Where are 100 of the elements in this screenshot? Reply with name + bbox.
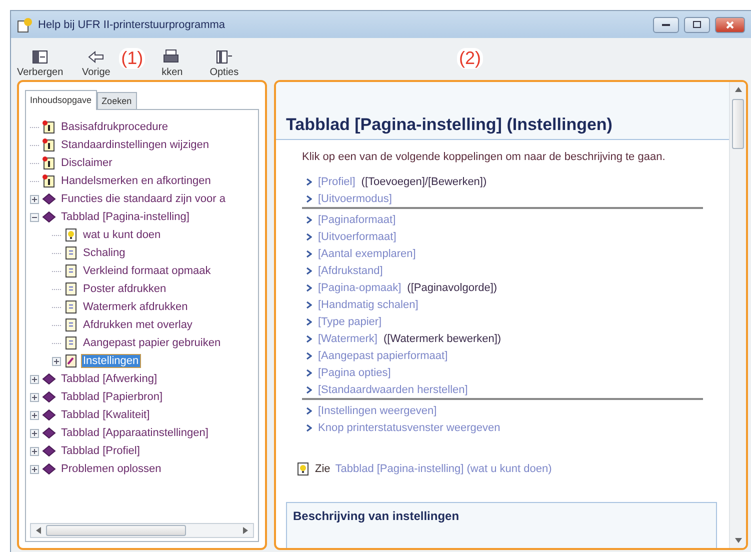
toolbar-button[interactable]: Verbergen	[17, 49, 64, 78]
tree-item[interactable]: Standaardinstellingen wijzigen	[59, 138, 211, 152]
scroll-left-icon[interactable]	[35, 527, 42, 534]
tree-item[interactable]: Instellingen	[81, 354, 141, 368]
expand-icon[interactable]	[30, 464, 39, 474]
expand-icon[interactable]	[30, 194, 39, 204]
help-page-icon	[42, 120, 56, 134]
book-icon	[42, 408, 56, 422]
link-note: ([Paginavolgorde])	[407, 282, 498, 294]
minimize-icon	[662, 23, 670, 26]
chevron-icon	[306, 318, 312, 326]
chevron-icon	[306, 352, 312, 360]
help-page-icon	[42, 138, 56, 152]
minimize-button[interactable]	[653, 16, 679, 32]
page-icon	[64, 336, 78, 350]
chevron-icon	[306, 334, 312, 342]
chevron-icon	[306, 194, 312, 202]
tree-item[interactable]: Afdrukken met overlay	[81, 318, 194, 332]
tree-item[interactable]: Verkleind formaat opmaak	[81, 264, 213, 278]
lightbulb-page-icon	[64, 228, 78, 242]
options-icon	[215, 49, 234, 65]
page-icon	[64, 246, 78, 260]
tree-item[interactable]: Tabblad [Papierbron]	[59, 390, 165, 404]
tree-item[interactable]: Watermerk afdrukken	[81, 300, 190, 314]
horizontal-scrollbar[interactable]	[30, 523, 254, 538]
chevron-icon	[306, 232, 312, 240]
help-app-icon	[17, 16, 33, 32]
window-title: Help bij UFR II-printerstuurprogramma	[38, 18, 226, 30]
lightbulb-page-icon	[296, 462, 310, 476]
section-heading: Beschrijving van instellingen	[293, 509, 460, 523]
tree-item[interactable]: Poster afdrukken	[81, 282, 168, 296]
chevron-icon	[306, 284, 312, 292]
chevron-icon	[306, 178, 312, 186]
chevron-icon	[306, 250, 312, 258]
book-icon	[42, 462, 56, 476]
tree-item[interactable]: Tabblad [Kwaliteit]	[59, 408, 152, 422]
collapse-icon[interactable]	[30, 212, 39, 222]
tree-item[interactable]: Schaling	[81, 246, 128, 260]
chevron-icon	[306, 266, 312, 274]
chevron-icon	[306, 216, 312, 224]
scrollbar-thumb[interactable]	[46, 525, 186, 536]
tree-item[interactable]: Tabblad [Profiel]	[59, 444, 142, 458]
chevron-icon	[306, 300, 312, 308]
nav-tab[interactable]: Inhoudsopgave	[25, 90, 97, 110]
book-icon	[42, 192, 56, 206]
scrollbar-thumb[interactable]	[732, 99, 744, 149]
scroll-down-icon[interactable]	[734, 537, 742, 544]
tree-item[interactable]: Functies die standaard zijn voor a	[59, 192, 228, 206]
expand-icon[interactable]	[30, 428, 39, 438]
chevron-icon	[306, 406, 312, 414]
expand-icon[interactable]	[52, 356, 61, 366]
book-icon	[42, 390, 56, 404]
scroll-up-icon[interactable]	[734, 86, 742, 93]
expand-icon[interactable]	[30, 446, 39, 456]
callout-label: (1)	[119, 48, 146, 68]
topic-heading: Tabblad [Pagina-instelling] (Instellingen)	[286, 115, 614, 135]
chevron-icon	[306, 386, 312, 394]
book-icon	[42, 444, 56, 458]
close-icon	[726, 20, 734, 28]
link-note: ([Toevoegen]/[Bewerken])	[361, 176, 487, 188]
expand-icon[interactable]	[30, 410, 39, 420]
link-note: ([Watermerk bewerken])	[384, 332, 502, 344]
book-icon	[42, 210, 56, 224]
chevron-icon	[306, 368, 312, 376]
maximize-button[interactable]	[684, 16, 710, 32]
tree-item[interactable]: Handelsmerken en afkortingen	[59, 174, 213, 188]
toolbar-button[interactable]: Opties	[205, 49, 244, 78]
help-page-icon	[42, 174, 56, 188]
expand-icon[interactable]	[30, 374, 39, 384]
vertical-scrollbar[interactable]	[729, 82, 746, 548]
hide-pane-icon	[31, 49, 50, 65]
page-icon	[64, 300, 78, 314]
nav-tab[interactable]: Zoeken	[96, 92, 137, 110]
callout-label: (2)	[457, 48, 483, 68]
tree-item[interactable]: Tabblad [Apparaatinstellingen]	[59, 426, 210, 440]
back-arrow-icon	[87, 49, 106, 65]
toolbar-button[interactable]: kken	[153, 49, 192, 78]
toolbar-button[interactable]: Vorige	[77, 49, 116, 78]
help-page-icon	[42, 156, 56, 170]
page-icon	[64, 282, 78, 296]
page-icon	[64, 264, 78, 278]
expand-icon[interactable]	[30, 392, 39, 402]
intro-text: Klik op een van de volgende koppelingen om naar de beschrijving te gaan.	[302, 150, 666, 165]
tree-item[interactable]: Problemen oplossen	[59, 462, 164, 476]
scroll-right-icon[interactable]	[242, 527, 249, 534]
maximize-icon	[693, 21, 701, 28]
chevron-icon	[306, 424, 312, 432]
see-also-text: Zie	[315, 463, 330, 475]
close-button[interactable]	[715, 16, 745, 32]
tree-item[interactable]: Tabblad [Pagina-instelling]	[59, 210, 192, 224]
book-icon	[42, 426, 56, 440]
book-icon	[42, 372, 56, 386]
page-icon	[64, 354, 78, 368]
printer-icon	[163, 49, 182, 65]
tree-item[interactable]: Basisafdrukprocedure	[59, 120, 170, 134]
tree-item[interactable]: Tabblad [Afwerking]	[59, 372, 159, 386]
tree-item[interactable]: wat u kunt doen	[81, 228, 163, 242]
page-icon	[64, 318, 78, 332]
tree-item[interactable]: Disclaimer	[59, 156, 114, 170]
tree-item[interactable]: Aangepast papier gebruiken	[81, 336, 223, 350]
